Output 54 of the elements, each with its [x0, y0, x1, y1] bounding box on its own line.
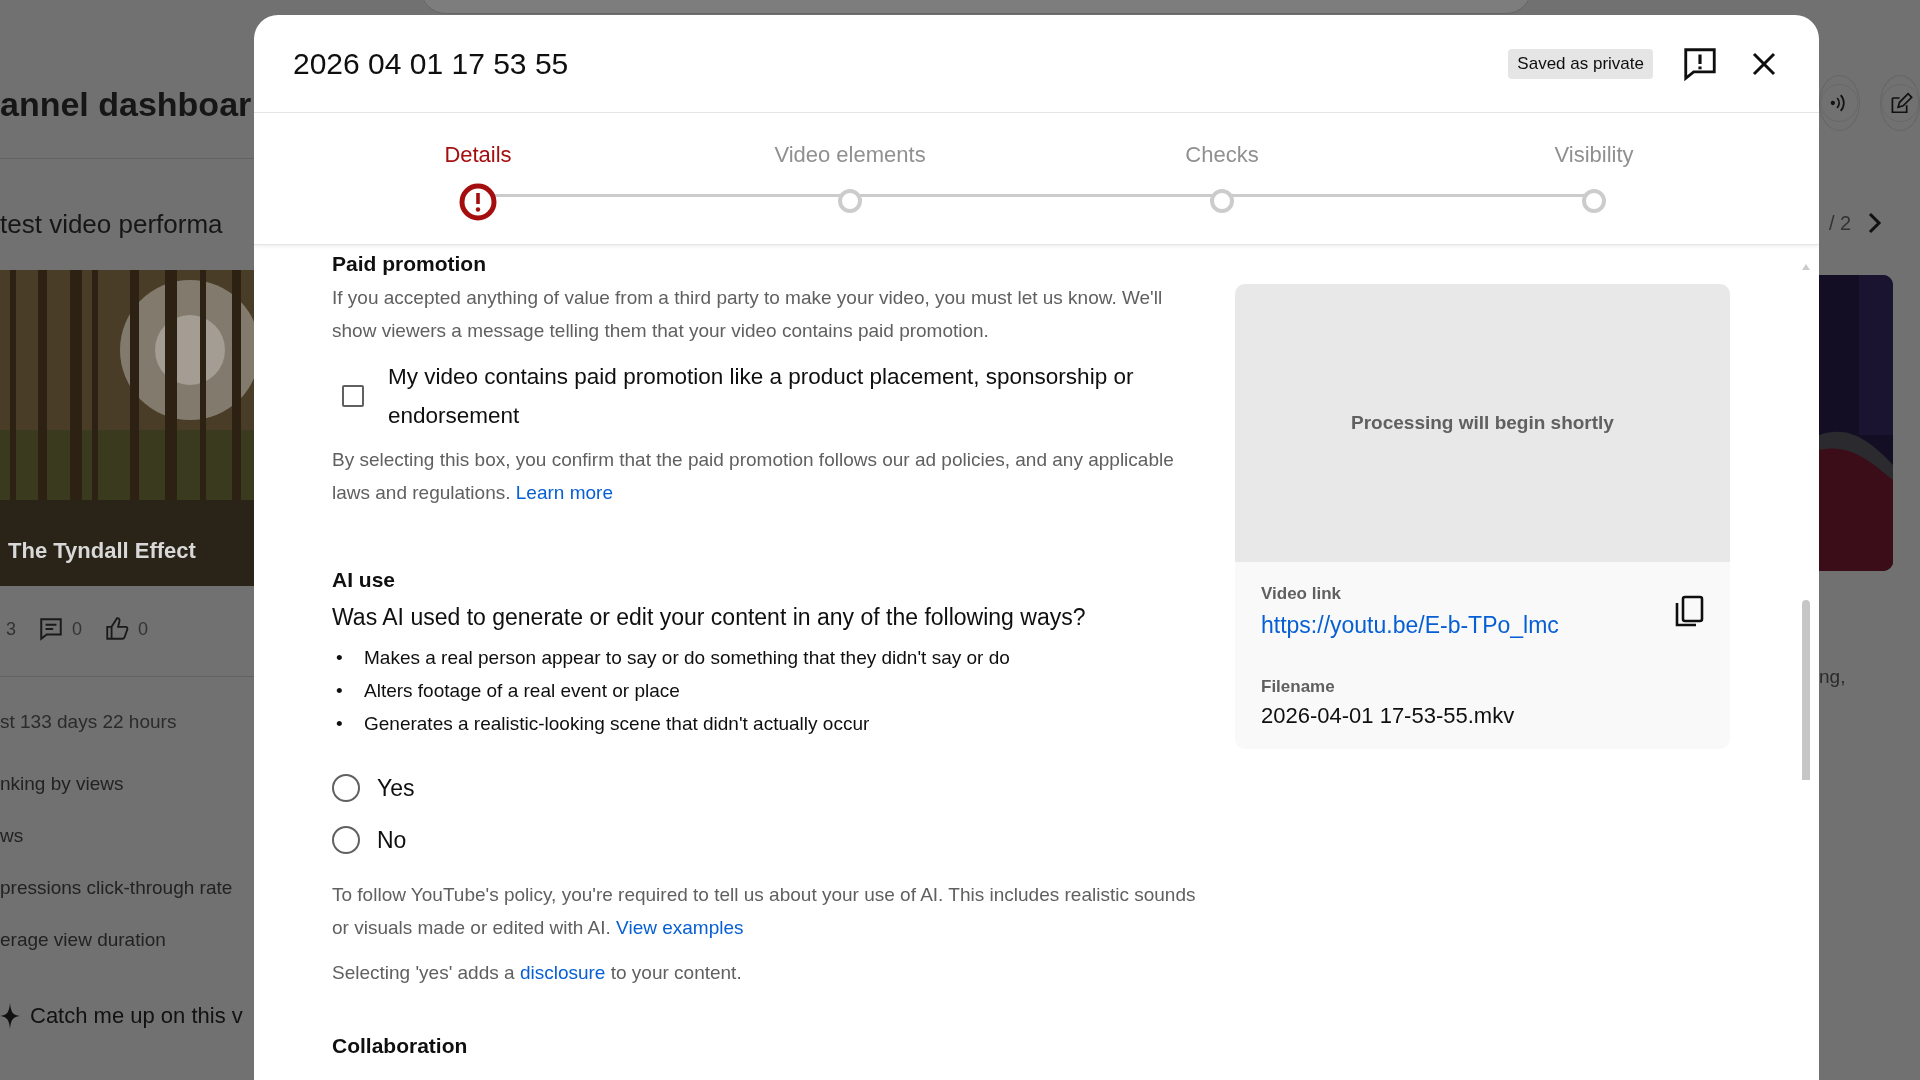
disclosure-link[interactable]: disclosure: [519, 962, 606, 983]
metric-label: erage view duration: [0, 929, 167, 951]
period-text: st 133 days 22 hours: [0, 711, 178, 733]
bullet-marker: •: [336, 646, 344, 670]
bullet-item: Generates a realistic-looking scene that didn't actually occur: [364, 712, 870, 736]
section-heading: Collaboration: [332, 1033, 469, 1059]
view-examples-link[interactable]: View examples: [616, 917, 744, 938]
step-tab[interactable]: Visibility: [1408, 113, 1780, 244]
learn-more-link[interactable]: Learn more: [515, 482, 613, 503]
comment-icon: [38, 616, 64, 642]
step-tab[interactable]: Video elements: [664, 113, 1036, 244]
copy-icon: [1674, 594, 1704, 629]
page-title: annel dashboar: [0, 85, 253, 124]
bullet-item: Makes a real person appear to say or do something that they didn't say or do: [364, 646, 1010, 670]
step-tab[interactable]: Checks: [1036, 113, 1408, 244]
sparkle-icon: [0, 1003, 20, 1029]
checkbox[interactable]: [342, 385, 364, 407]
field-label: Video link: [1261, 584, 1342, 604]
video-link[interactable]: https://youtu.be/E-b-TPo_lmc: [1261, 612, 1674, 639]
metric-label: pressions click-through rate: [0, 877, 234, 899]
dialog-title: 2026 04 01 17 53 55: [293, 46, 570, 81]
thumbs-up-icon: [104, 616, 131, 642]
status-chip: Saved as private: [1508, 48, 1653, 79]
page-indicator: / 2: [1829, 211, 1852, 235]
stat-count: 0: [138, 618, 149, 640]
question-text: Was AI used to generate or edit your content in any of the following ways?: [332, 603, 1087, 632]
metric-label: nking by views: [0, 773, 125, 795]
field-label: Filename: [1261, 677, 1336, 697]
radio-label[interactable]: Yes: [377, 774, 415, 802]
stat-count: 0: [72, 618, 83, 640]
section-heading: Paid promotion: [332, 251, 487, 277]
disclosure-text: Selecting 'yes' adds a disclosure to your content.: [332, 961, 743, 985]
metric-label: ws: [0, 825, 25, 847]
bullet-marker: •: [336, 679, 344, 703]
radio-label[interactable]: No: [377, 826, 407, 854]
description-text: If you accepted anything of value from a third party to make your video, you must let us know. We'll show viewers a message telling them that your video contains paid promotion.: [332, 286, 1164, 343]
radio-button[interactable]: [332, 774, 360, 802]
summary-button[interactable]: Catch me up on this v: [30, 1003, 243, 1029]
filename-text: 2026-04-01 17-53-55.mkv: [1261, 703, 1516, 729]
section-heading: AI use: [332, 567, 397, 593]
copy-button[interactable]: [1674, 594, 1704, 629]
body-text: ng,: [1819, 666, 1847, 688]
section-title: test video performa: [0, 209, 224, 240]
bullet-marker: •: [336, 712, 344, 736]
bullet-item: Alters footage of a real event or place: [364, 679, 680, 703]
policy-text: To follow YouTube's policy, you're required to tell us about your use of AI. This includes realistic sounds or visuals made or edited with AI. View examples: [332, 883, 1197, 940]
step-tab[interactable]: Details: [292, 113, 664, 244]
stat-count: 3: [6, 618, 16, 640]
video-title: The Tyndall Effect: [8, 538, 196, 564]
note-text: By selecting this box, you confirm that the paid promotion follows our ad policies, and any applicable laws and regulations. Learn more: [332, 448, 1175, 505]
radio-button[interactable]: [332, 826, 360, 854]
processing-message: Processing will begin shortly: [1235, 284, 1730, 562]
checkbox-label[interactable]: My video contains paid promotion like a product placement, sponsorship or endorsement: [388, 357, 1202, 435]
chevron-right-icon[interactable]: [1867, 211, 1884, 235]
